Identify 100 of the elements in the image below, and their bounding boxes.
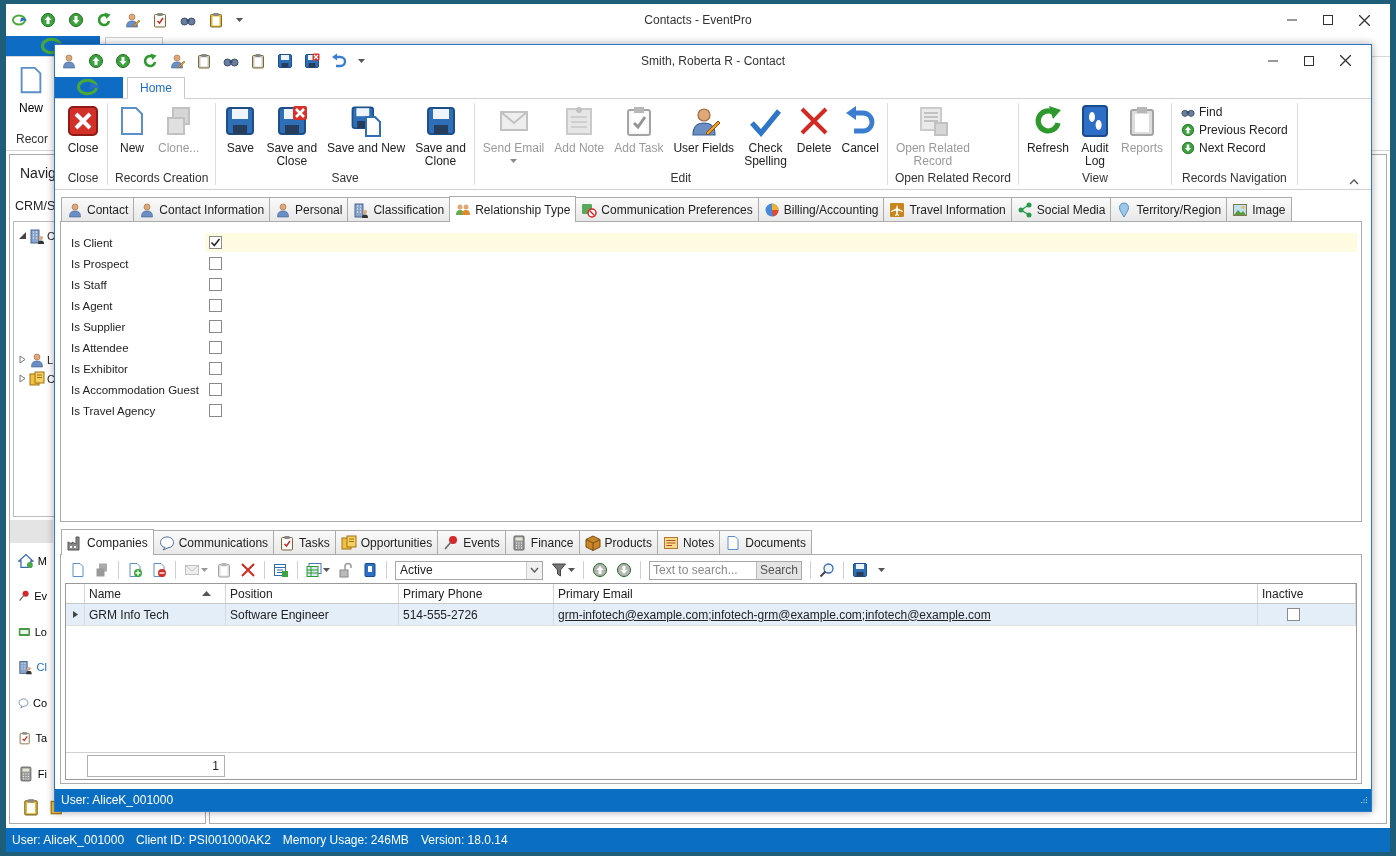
column-header[interactable]: Primary Email [554,584,1258,604]
dropdown-arrow-icon[interactable] [568,568,575,573]
ribbon-button[interactable]: Close [62,102,104,155]
expander-icon[interactable] [18,231,27,240]
ribbon-tab[interactable]: Home [127,76,185,99]
checkbox[interactable] [209,320,222,334]
field-label: Is Exhibitor [71,362,129,375]
tree-item[interactable]: L [47,353,54,366]
close-icon[interactable] [1340,55,1351,67]
navigation-item[interactable]: Ev [10,578,53,614]
tab[interactable]: Tasks [273,530,336,555]
navigation-item[interactable]: Ta [10,720,53,756]
clipboard-check-icon [279,534,296,551]
navigation-item[interactable]: Cl [10,649,53,685]
clipboard-icon [208,12,224,28]
column-header[interactable]: Inactive [1258,584,1356,604]
field-label: Is Accommodation Guest [71,383,200,396]
column-header[interactable]: Name [85,584,226,604]
column-header[interactable]: Primary Phone [399,584,554,604]
person-icon [139,201,156,218]
tab[interactable]: Classification [347,197,451,222]
tab[interactable]: Billing/Accounting [757,197,885,222]
ribbon-button[interactable]: Check Spelling [739,102,792,168]
table-cell: GRM Info Tech [85,604,226,626]
group-label: Save [330,171,360,186]
calculator-icon [18,764,34,783]
navigation-item[interactable]: Lo [10,614,53,650]
tab[interactable]: Territory/Region [1110,197,1228,222]
checkbox[interactable] [209,362,222,376]
navigation-item[interactable]: Fi [10,756,53,792]
column-header[interactable]: Position [226,584,399,604]
tree-item[interactable]: C [47,372,55,385]
checkbox[interactable] [209,257,222,271]
new-button[interactable]: New [16,65,46,115]
tab[interactable]: Events [437,530,506,555]
add-document-icon [127,562,143,579]
tab[interactable]: Personal [269,197,349,222]
ribbon-button[interactable]: Save and Clone [410,102,471,168]
tab[interactable]: Companies [61,529,154,556]
table-cell: 514-555-2726 [399,604,554,626]
section-title: CRM/S [15,199,56,215]
tab[interactable]: Relationship Type [449,196,577,223]
search-button[interactable]: Search [756,561,802,579]
tab[interactable]: Products [578,530,658,555]
ribbon-button[interactable]: Cancel [836,102,884,155]
navigation-item[interactable]: Co [10,685,53,721]
email-link[interactable]: grm-infotech@example.com;infotech-grm@example.com;infotech@example.com [558,607,991,622]
tab[interactable]: Finance [504,530,580,555]
checkbox[interactable] [209,278,222,292]
ribbon-button[interactable]: Find [1181,104,1223,119]
dropdown-arrow-icon[interactable] [358,58,365,63]
collapse-icon[interactable] [1349,179,1359,186]
checkbox[interactable] [209,299,222,313]
ribbon-button[interactable]: Save and Close [261,102,323,168]
field-label: Is Agent [71,299,114,312]
person-pencil-icon [169,52,185,69]
tab[interactable]: Opportunities [334,530,439,555]
tab[interactable]: Social Media [1010,197,1112,222]
dropdown-arrow-icon[interactable] [236,18,243,22]
window-title: Contacts - EventPro [644,13,752,27]
tab[interactable]: Notes [656,530,721,555]
dropdown-arrow-icon[interactable] [323,568,330,573]
field-label: Is Attendee [71,341,130,354]
table-row[interactable]: GRM Info Tech Software Engineer 514-555-2726 grm-infotech@example.com;infotech-grm@example.com;infotech@example.com [66,604,1356,627]
ribbon-button[interactable]: Save [219,102,262,155]
ribbon-button[interactable]: New [111,102,153,155]
tree-item[interactable]: C [47,229,55,242]
ribbon-button[interactable]: Refresh [1021,102,1074,155]
tab[interactable]: Communication Preferences [575,197,759,222]
checkbox[interactable] [1287,608,1300,622]
ribbon-button[interactable]: Previous Record [1181,122,1288,137]
maximize-icon[interactable] [1323,15,1333,25]
tab[interactable]: Communications [152,530,275,555]
ribbon-button[interactable]: Audit Log [1074,102,1116,168]
navigation-item[interactable]: M [10,543,53,579]
chevron-down-icon[interactable] [530,567,539,574]
close-icon[interactable] [1359,14,1370,26]
status-text: Client ID: PSI001000AK2 [136,833,271,847]
floppy-disk-icon [350,104,383,137]
tab[interactable]: Travel Information [883,197,1012,222]
checkbox[interactable] [209,383,222,397]
ribbon-button[interactable]: Next Record [1181,140,1266,155]
person-icon [29,351,45,368]
checkbox[interactable] [209,341,222,355]
ribbon-button[interactable]: Save and New [322,102,411,155]
tab[interactable]: Documents [719,530,812,555]
ribbon-button[interactable]: Delete [791,102,837,155]
resize-grip-icon[interactable] [1360,796,1368,805]
tab[interactable]: Image [1226,197,1292,222]
dropdown-arrow-icon[interactable] [878,568,886,573]
person-icon [275,201,292,218]
memo-icon [662,534,679,551]
maximize-icon[interactable] [1304,55,1314,66]
ribbon-button[interactable]: User Fields [668,102,740,155]
search-field[interactable]: Text to search... Search [649,560,803,580]
status-filter-dropdown[interactable]: Active [395,560,543,580]
tab[interactable]: Contact [61,197,135,222]
tab[interactable]: Contact Information [133,197,271,222]
checkbox[interactable] [209,236,222,250]
checkbox[interactable] [209,404,222,418]
